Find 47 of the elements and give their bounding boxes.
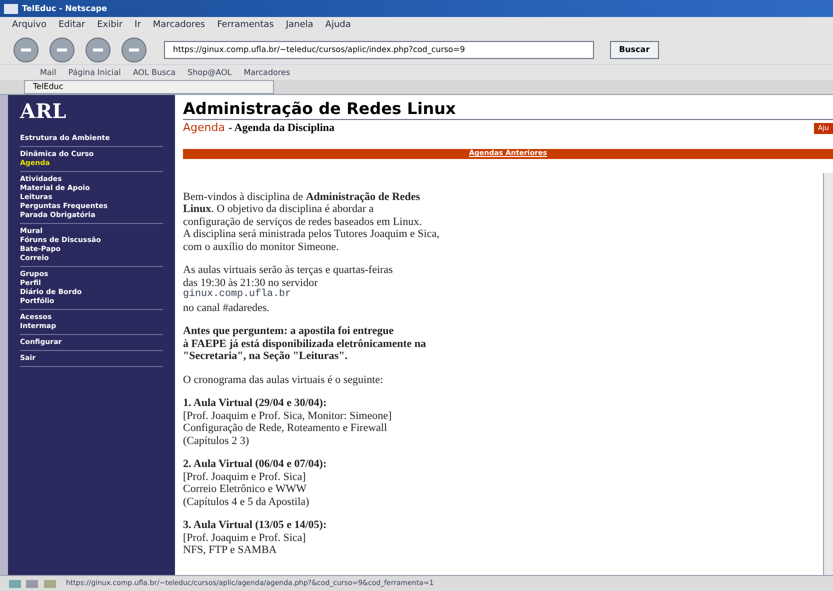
menu-item[interactable]: Arquivo [12, 19, 46, 33]
address-field[interactable]: https://ginux.comp.ufla.br/~teleduc/cursos/aplic/index.php?cod_curso=9 [164, 40, 594, 58]
menu-item[interactable]: Ferramentas [217, 19, 274, 33]
menu-item[interactable]: Ajuda [325, 19, 351, 33]
browser-tab[interactable]: TelEduc [24, 80, 274, 94]
bookmark-link[interactable]: Shop@AOL [188, 66, 232, 78]
body-text: A disciplina será ministrada pelos Tutores Joaquim e Sica, [183, 228, 440, 240]
body-text: 2. Aula Virtual (06/04 e 07/04): [183, 458, 328, 470]
body-text: [Prof. Joaquim e Prof. Sica, Monitor: Simeone] [183, 410, 393, 422]
menu-item[interactable]: Janela [286, 19, 314, 33]
body-text: "Secretaria", na Seção "Leituras". [183, 350, 348, 362]
bookmark-link[interactable]: Marcadores [244, 66, 290, 78]
body-text: 1. Aula Virtual (29/04 e 30/04): [183, 397, 328, 410]
menu-item[interactable]: Ir [134, 19, 141, 33]
bookmark-link[interactable]: Página Inicial [68, 66, 121, 78]
body-text: Correio Eletrônico e WWW [183, 483, 308, 496]
body-text: O cronograma das aulas virtuais é o seguinte: [183, 374, 384, 386]
body-text: [Prof. Joaquim e Prof. Sica] [183, 532, 307, 544]
body-text: Bem-vindos à disciplina de Administração de Redes [183, 190, 422, 203]
body-text: configuração de serviços de redes baseados em Linux. [183, 216, 423, 228]
page-title: Administração de Redes Linux [183, 99, 833, 120]
body-text: das 19:30 às 21:30 no servidor [183, 276, 319, 288]
body-text: Configuração de Rede, Roteamento e Firewall [183, 422, 388, 434]
body-text: no canal #adaredes. [183, 302, 270, 314]
section-link[interactable]: Agenda [183, 121, 225, 134]
body-text: [Prof. Joaquim e Prof. Sica] [183, 470, 307, 483]
body-text: 3. Aula Virtual (13/05 e 14/05): [183, 519, 328, 532]
app-icon [4, 4, 18, 14]
section-subtitle: - Agenda da Disciplina [228, 122, 335, 134]
bookmark-link[interactable]: AOL Busca [132, 66, 176, 78]
bookmark-link[interactable]: Mail [40, 66, 56, 78]
search-button[interactable]: Buscar [610, 40, 659, 58]
window-title: TelEduc - Netscape [22, 2, 108, 14]
body-text: As aulas virtuais serão às terças e quartas-feiras [183, 264, 394, 276]
body-text: NFS, FTP e SAMBA [183, 544, 278, 556]
menu-item[interactable]: Editar [58, 19, 86, 33]
menu-item[interactable]: Exibir [97, 19, 123, 33]
menu-item[interactable]: Marcadores [152, 19, 206, 33]
body-text: com o auxílio do monitor Simeone. [183, 240, 340, 253]
scrollbar[interactable] [823, 173, 833, 575]
body-text: (Capítulos 2 3) [183, 434, 250, 447]
body-text: Antes que perguntem: a apostila foi entregue [183, 325, 395, 338]
body-text: (Capítulos 4 e 5 da Apostila) [183, 496, 310, 508]
server-address: ginux.comp.ufla.br [183, 289, 292, 302]
body-text: Linux. O objetivo da disciplina é abordar a [183, 203, 375, 216]
course-logo: ARL [20, 99, 68, 123]
body-text: à FAEPE já está disponibilizada eletrônicamente na [183, 338, 428, 350]
